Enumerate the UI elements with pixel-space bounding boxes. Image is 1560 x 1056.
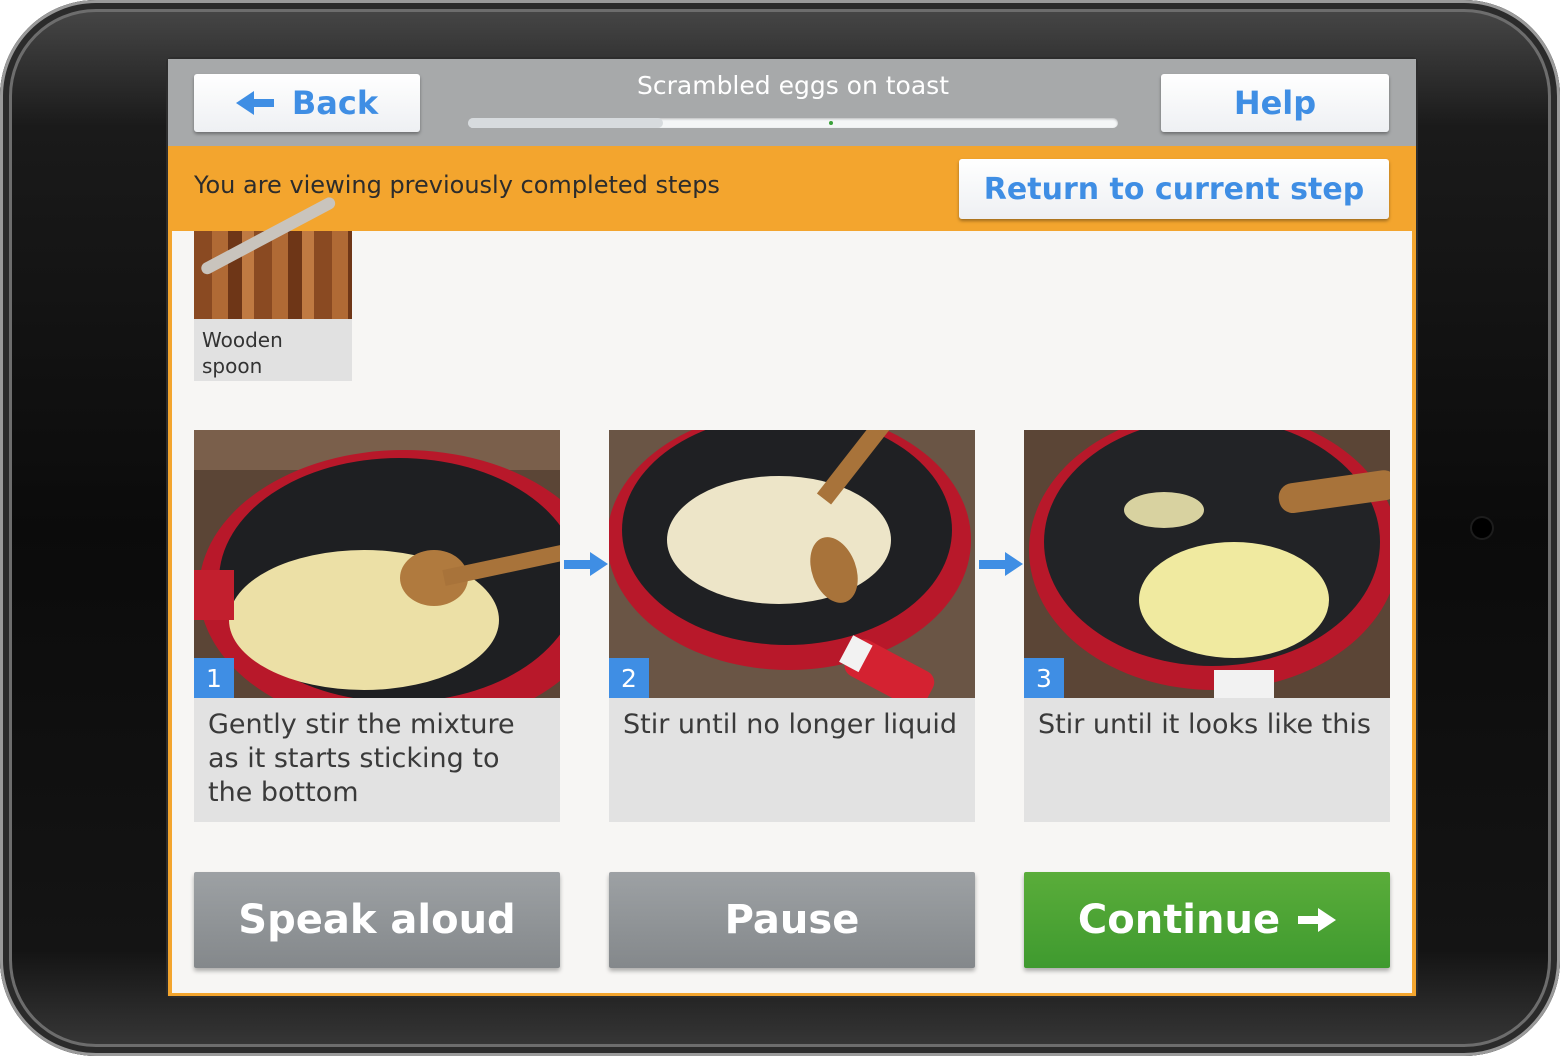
pause-button[interactable]: Pause [609, 872, 975, 968]
return-to-current-step-button[interactable]: Return to current step [959, 159, 1389, 219]
step-text: Stir until no longer liquid [623, 709, 957, 740]
banner-message: You are viewing previously completed ste… [194, 171, 720, 199]
top-bar: Back Scrambled eggs on toast Help [168, 59, 1416, 146]
back-arrow-icon [235, 91, 276, 115]
step-text: Gently stir the mixture as it starts sti… [208, 709, 515, 808]
speak-aloud-button[interactable]: Speak aloud [194, 872, 560, 968]
back-button[interactable]: Back [194, 74, 420, 132]
next-step-arrow-icon [979, 552, 1025, 576]
step-1-photo [194, 430, 560, 698]
step-card-1: 1 Gently stir the mixture as it starts s… [194, 430, 560, 822]
step-content: Wooden spoon 1 Gently stir the mixture a… [172, 231, 1412, 993]
wooden-spoon-photo [194, 231, 352, 319]
progress-marker [828, 121, 833, 125]
continue-arrow-icon [1298, 908, 1337, 932]
recipe-title: Scrambled eggs on toast [637, 71, 949, 100]
tablet-frame: Back Scrambled eggs on toast Help You ar… [0, 0, 1560, 1056]
app-root: Back Scrambled eggs on toast Help You ar… [168, 59, 1416, 996]
tool-label: Wooden spoon [202, 328, 283, 378]
step-2-photo [609, 430, 975, 698]
step-number-badge: 3 [1024, 658, 1064, 698]
step-number-badge: 2 [609, 658, 649, 698]
step-card-3: 3 Stir until it looks like this [1024, 430, 1390, 822]
step-card-2: 2 Stir until no longer liquid [609, 430, 975, 822]
continue-label: Continue [1077, 897, 1281, 943]
tablet-screen: Back Scrambled eggs on toast Help You ar… [166, 57, 1418, 998]
camera-dot [1472, 518, 1492, 538]
step-text: Stir until it looks like this [1038, 709, 1371, 740]
next-step-arrow-icon [564, 552, 610, 576]
tool-card-wooden-spoon: Wooden spoon [194, 231, 352, 381]
step-number-badge: 1 [194, 658, 234, 698]
continue-button[interactable]: Continue [1024, 872, 1390, 968]
recipe-progress-bar [468, 118, 1118, 128]
step-3-photo [1024, 430, 1390, 698]
progress-fill [468, 118, 663, 128]
back-label: Back [291, 84, 379, 122]
help-button[interactable]: Help [1161, 74, 1389, 132]
